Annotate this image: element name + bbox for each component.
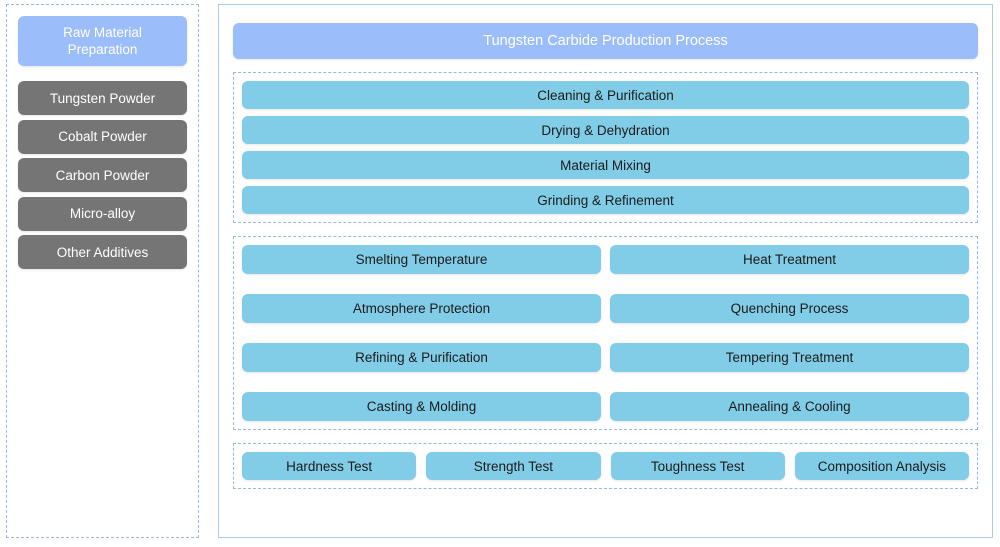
process-title-banner: Tungsten Carbide Production Process [233,23,978,59]
group-thermal-processing: Smelting Temperature Heat Treatment Atmo… [233,236,978,430]
material-item-micro-alloy[interactable]: Micro-alloy [18,196,187,231]
material-item-label: Tungsten Powder [49,90,156,106]
material-item-cobalt-powder[interactable]: Cobalt Powder [18,119,187,154]
process-step-label: Smelting Temperature [355,252,488,267]
process-step-strength-test[interactable]: Strength Test [426,452,601,480]
process-step-quenching-process[interactable]: Quenching Process [610,294,969,323]
process-step-label: Annealing & Cooling [728,399,851,414]
process-step-grinding-refinement[interactable]: Grinding & Refinement [242,186,969,214]
process-step-casting-molding[interactable]: Casting & Molding [242,392,601,421]
process-step-hardness-test[interactable]: Hardness Test [242,452,417,480]
process-step-tempering-treatment[interactable]: Tempering Treatment [610,343,969,372]
process-step-label: Grinding & Refinement [537,192,674,208]
process-step-label: Refining & Purification [355,350,488,365]
group-preprocessing: Cleaning & Purification Drying & Dehydra… [233,72,978,223]
diagram-root: Raw Material Preparation Tungsten Powder… [0,0,1000,547]
process-step-composition-analysis[interactable]: Composition Analysis [794,452,969,480]
process-step-label: Tempering Treatment [725,350,854,365]
page-title: Tungsten Carbide Production Process [483,33,728,49]
raw-material-header-line1: Raw Material [63,25,142,40]
process-step-label: Heat Treatment [742,252,837,267]
material-item-carbon-powder[interactable]: Carbon Powder [18,158,187,192]
production-process-panel: Tungsten Carbide Production Process Clea… [218,4,993,538]
raw-material-preparation-header[interactable]: Raw Material Preparation [18,16,187,66]
process-step-label: Hardness Test [286,458,373,474]
raw-material-panel: Raw Material Preparation Tungsten Powder… [6,4,199,538]
material-item-label: Cobalt Powder [58,129,147,144]
material-item-label: Micro-alloy [69,206,136,221]
process-step-label: Toughness Test [650,458,745,474]
process-step-label: Atmosphere Protection [352,301,491,316]
process-step-label: Strength Test [473,458,554,474]
process-step-label: Drying & Dehydration [541,122,670,138]
group-quality-testing: Hardness Test Strength Test Toughness Te… [233,443,978,489]
process-step-smelting-temperature[interactable]: Smelting Temperature [242,245,601,274]
material-item-label: Other Additives [56,244,149,260]
process-step-atmosphere-protection[interactable]: Atmosphere Protection [242,294,601,323]
material-item-other-additives[interactable]: Other Additives [18,235,187,269]
process-step-label: Quenching Process [730,301,849,316]
process-step-cleaning-purification[interactable]: Cleaning & Purification [242,81,969,109]
process-step-annealing-cooling[interactable]: Annealing & Cooling [610,392,969,421]
process-step-toughness-test[interactable]: Toughness Test [610,452,785,480]
material-item-label: Carbon Powder [55,167,150,183]
process-step-refining-purification[interactable]: Refining & Purification [242,343,601,372]
process-step-drying-dehydration[interactable]: Drying & Dehydration [242,116,969,144]
process-step-label: Composition Analysis [817,458,947,474]
process-step-label: Material Mixing [560,157,651,173]
raw-material-header-line2: Preparation [67,42,138,57]
material-item-tungsten-powder[interactable]: Tungsten Powder [18,81,187,115]
process-step-label: Casting & Molding [366,399,477,414]
process-step-label: Cleaning & Purification [537,87,674,103]
process-step-material-mixing[interactable]: Material Mixing [242,151,969,179]
process-step-heat-treatment[interactable]: Heat Treatment [610,245,969,274]
